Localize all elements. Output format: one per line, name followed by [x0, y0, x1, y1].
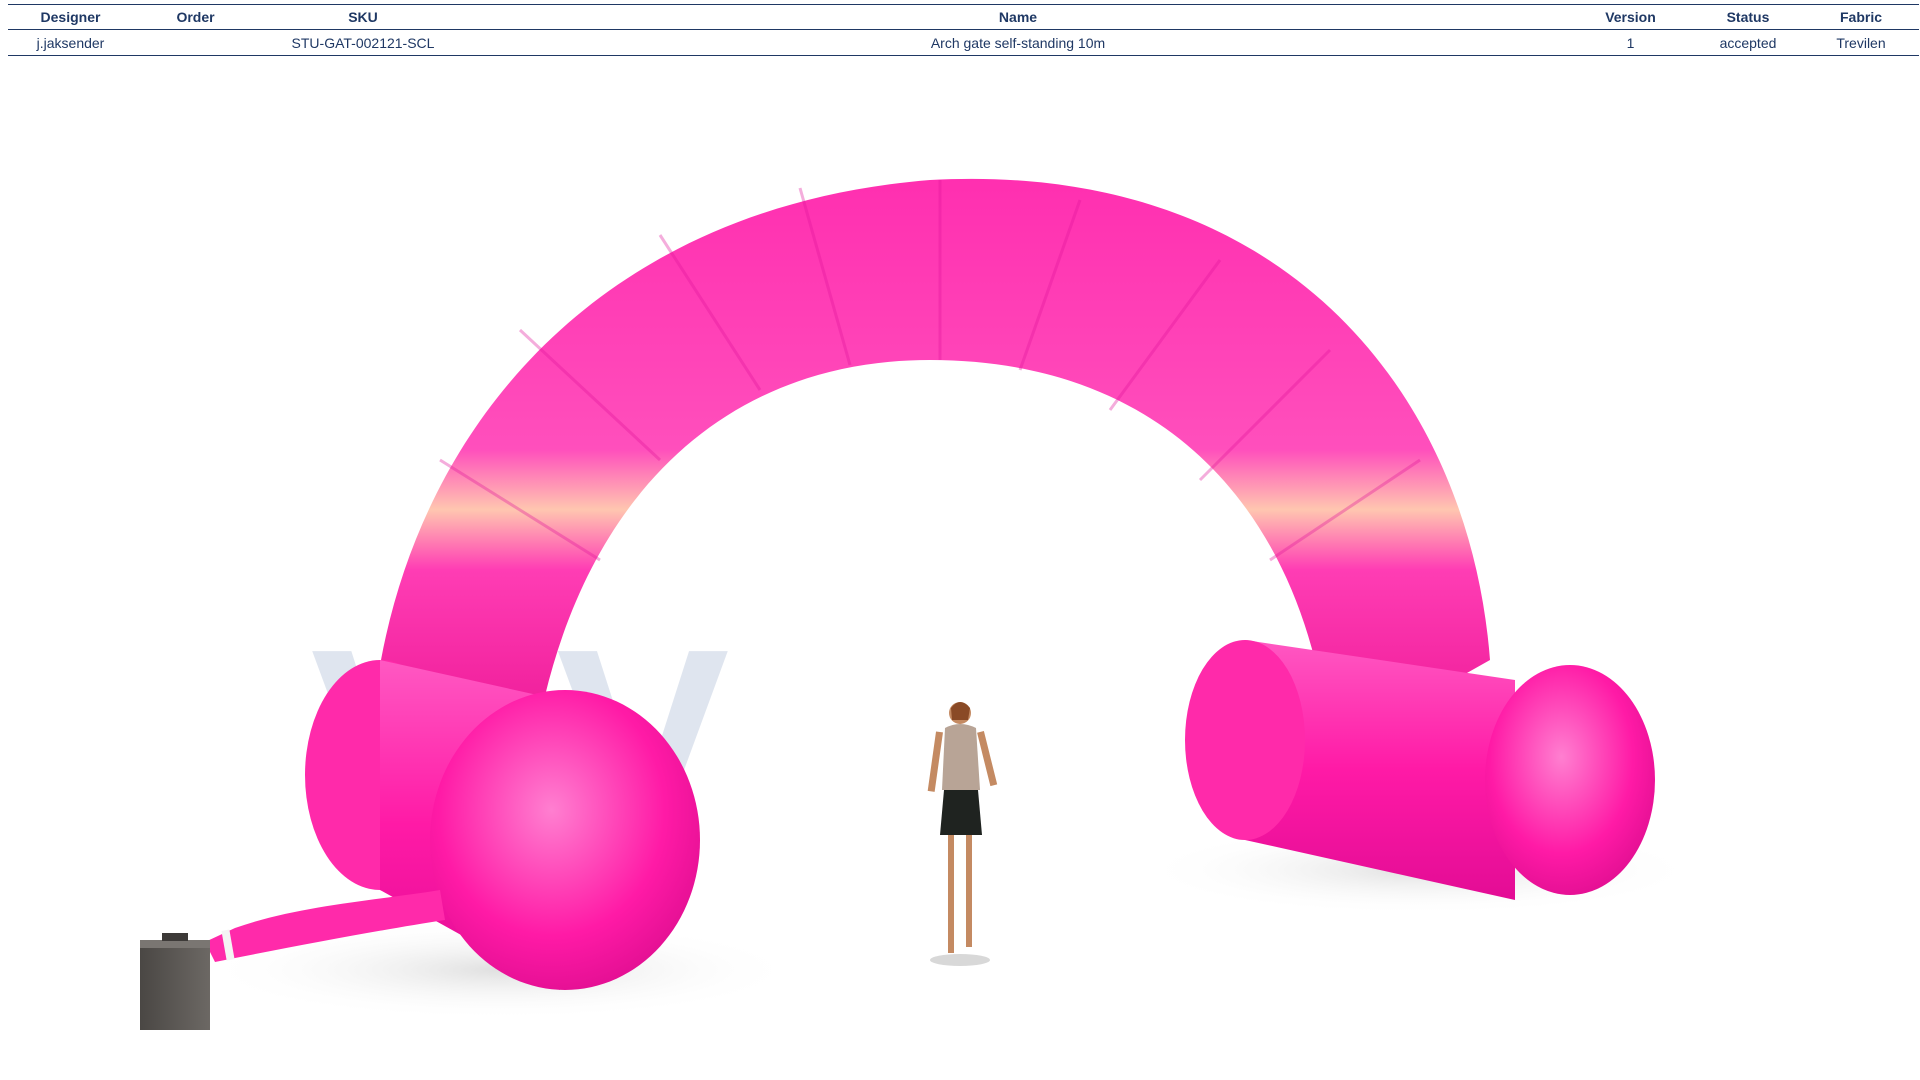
- render-svg: VIV: [140, 178, 1700, 1030]
- cell-fabric: Trevilen: [1803, 29, 1919, 56]
- cell-name: Arch gate self-standing 10m: [468, 29, 1568, 56]
- cell-order: [133, 29, 258, 56]
- person-scale-figure-icon: [927, 702, 998, 966]
- product-render: VIV: [0, 60, 1920, 1080]
- spec-header-row: Designer Order SKU Name Version Status F…: [8, 4, 1919, 30]
- header-version: Version: [1568, 4, 1693, 30]
- header-name: Name: [468, 4, 1568, 30]
- cell-version: 1: [1568, 29, 1693, 56]
- cell-status: accepted: [1693, 29, 1803, 56]
- blower-box-icon: [140, 933, 210, 1030]
- header-sku: SKU: [258, 4, 468, 30]
- spec-data-row: j.jaksender STU-GAT-002121-SCL Arch gate…: [8, 29, 1919, 56]
- header-fabric: Fabric: [1803, 4, 1919, 30]
- header-order: Order: [133, 4, 258, 30]
- cell-sku: STU-GAT-002121-SCL: [258, 29, 468, 56]
- header-designer: Designer: [8, 4, 133, 30]
- spec-table: Designer Order SKU Name Version Status F…: [8, 4, 1919, 56]
- cell-designer: j.jaksender: [8, 29, 133, 56]
- product-sheet-page: Designer Order SKU Name Version Status F…: [0, 0, 1920, 1080]
- header-status: Status: [1693, 4, 1803, 30]
